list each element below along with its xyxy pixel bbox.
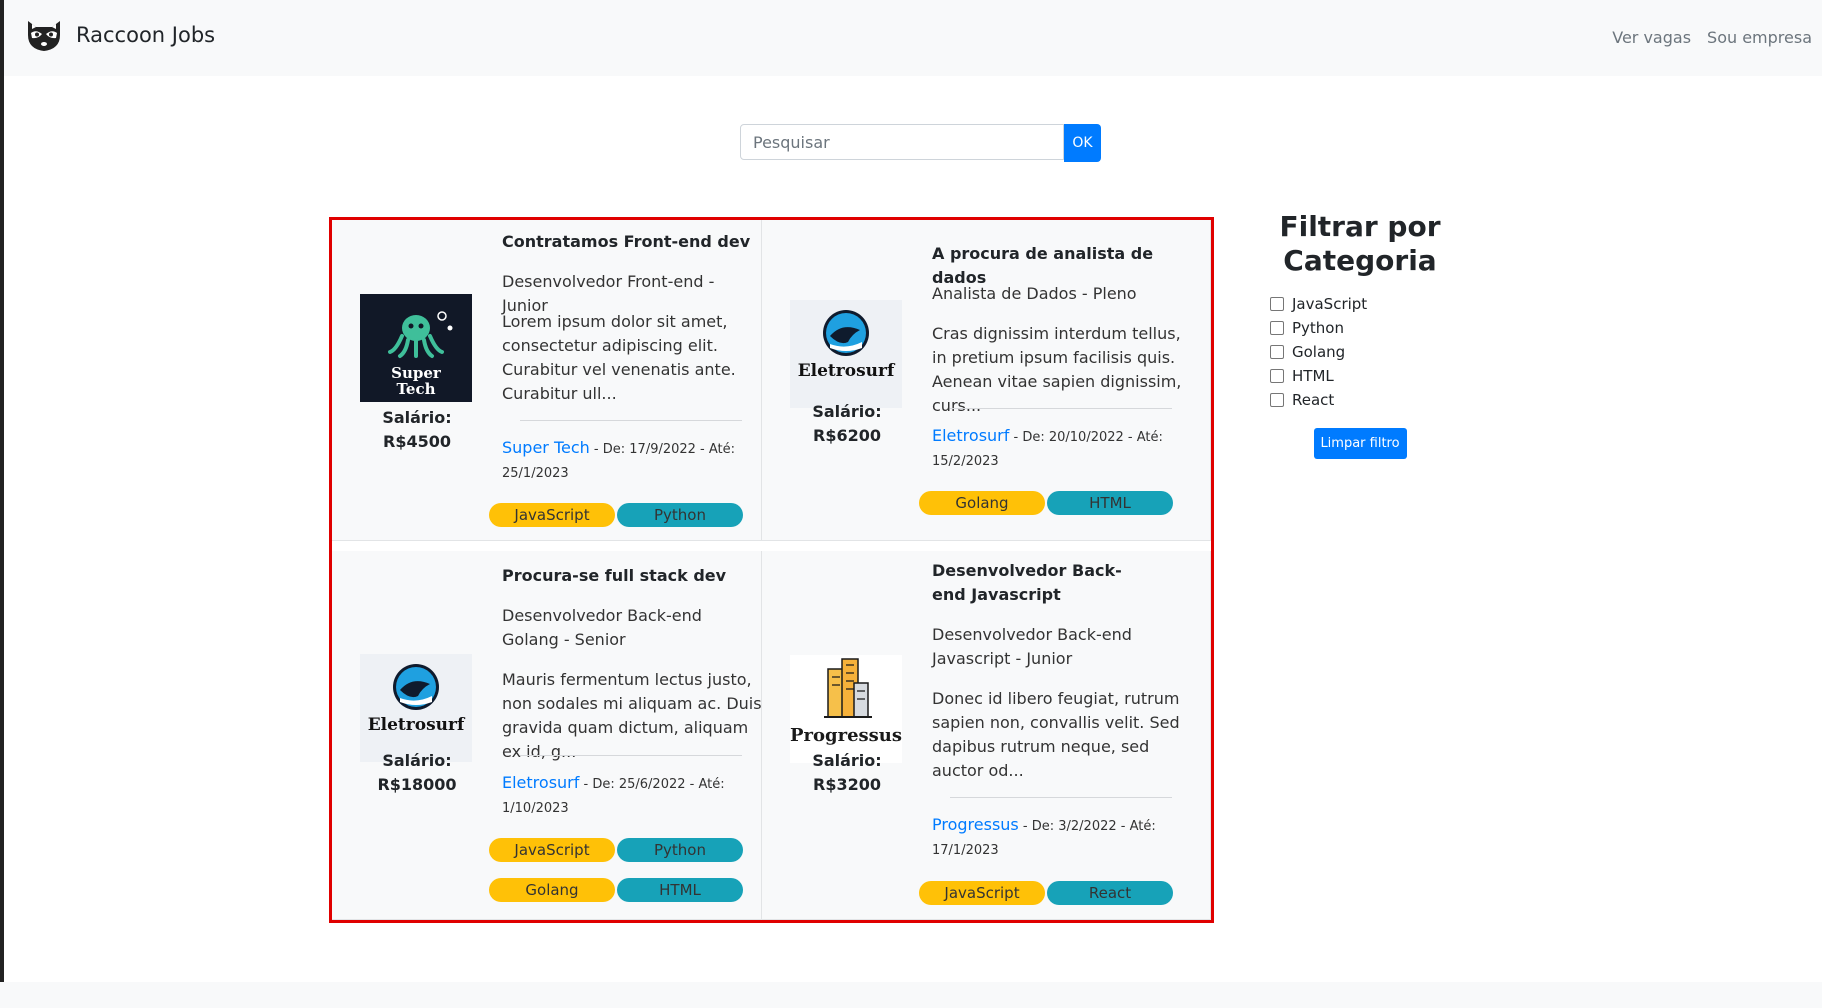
- tag-html[interactable]: HTML: [617, 878, 743, 902]
- progressus-logo: Progressus: [790, 655, 902, 763]
- salary-value: R$3200: [813, 775, 881, 794]
- raccoon-logo-icon: [28, 21, 60, 51]
- eletrosurf-logo-text: Eletrosurf: [798, 361, 896, 381]
- jobs-grid: Super Tech Salário: R$4500 Contratamos F…: [329, 217, 1214, 923]
- logo-column: Eletrosurf Salário: R$18000: [332, 551, 502, 919]
- salary-label: Salário:: [812, 402, 882, 421]
- filter-item-html[interactable]: HTML: [1270, 364, 1450, 388]
- divider: [520, 755, 742, 756]
- nav-links: Ver vagas Sou empresa: [1612, 28, 1812, 47]
- tag-python[interactable]: Python: [617, 503, 743, 527]
- filter-label: Python: [1292, 319, 1344, 337]
- salary-label: Salário:: [382, 751, 452, 770]
- clear-filter-button[interactable]: Limpar filtro: [1313, 428, 1407, 459]
- eletrosurf-logo: Eletrosurf: [790, 300, 902, 408]
- job-meta: Eletrosurf - De: 20/10/2022 - Até: 15/2/…: [932, 424, 1172, 474]
- salary-value: R$6200: [813, 426, 881, 445]
- logo-column: Super Tech Salário: R$4500: [332, 220, 502, 540]
- eletrosurf-logo-text: Eletrosurf: [368, 715, 466, 735]
- salary-value: R$4500: [383, 432, 451, 451]
- salary-value: R$18000: [377, 775, 457, 794]
- eletrosurf-logo: Eletrosurf: [360, 654, 472, 762]
- navbar: Raccoon Jobs Ver vagas Sou empresa: [4, 0, 1822, 76]
- filter-label: JavaScript: [1292, 295, 1368, 313]
- nav-ver-vagas[interactable]: Ver vagas: [1612, 28, 1691, 47]
- progressus-logo-text: Progressus: [790, 725, 902, 746]
- search-bar: OK: [740, 124, 1101, 162]
- job-card[interactable]: Super Tech Salário: R$4500 Contratamos F…: [332, 220, 762, 541]
- filter-title: Filtrar por Categoria: [1279, 210, 1441, 277]
- filter-label: HTML: [1292, 367, 1334, 385]
- divider: [520, 420, 742, 421]
- logo-column: Progressus Salário: R$3200: [762, 551, 932, 919]
- checkbox[interactable]: [1270, 297, 1284, 311]
- brand-name: Raccoon Jobs: [76, 23, 216, 47]
- job-title: Contratamos Front-end dev: [502, 232, 751, 251]
- divider: [950, 408, 1172, 409]
- job-meta: Super Tech - De: 17/9/2022 - Até: 25/1/2…: [502, 436, 742, 486]
- job-title: Procura-se full stack dev: [502, 566, 727, 585]
- company-link[interactable]: Eletrosurf: [932, 426, 1009, 445]
- nav-sou-empresa[interactable]: Sou empresa: [1707, 28, 1812, 47]
- checkbox[interactable]: [1270, 369, 1284, 383]
- checkbox[interactable]: [1270, 345, 1284, 359]
- search-input[interactable]: [740, 124, 1064, 160]
- filter-label: React: [1292, 391, 1335, 409]
- super-tech-logo: Super Tech: [360, 294, 472, 402]
- filter-item-golang[interactable]: Golang: [1270, 340, 1450, 364]
- tag-javascript[interactable]: JavaScript: [489, 503, 615, 527]
- job-role: Desenvolvedor Back-end Golang - Senior: [502, 606, 702, 649]
- salary-label: Salário:: [812, 751, 882, 770]
- job-description: Donec id libero feugiat, rutrum sapien n…: [932, 689, 1180, 780]
- filter-list: JavaScript Python Golang HTML React: [1270, 292, 1450, 412]
- tag-javascript[interactable]: JavaScript: [489, 838, 615, 862]
- job-meta: Eletrosurf - De: 25/6/2022 - Até: 1/10/2…: [502, 771, 742, 821]
- checkbox[interactable]: [1270, 321, 1284, 335]
- checkbox[interactable]: [1270, 393, 1284, 407]
- super-tech-logo-text-2: Tech: [396, 380, 435, 398]
- job-description: Cras dignissim interdum tellus, in preti…: [932, 324, 1182, 415]
- company-link[interactable]: Eletrosurf: [502, 773, 579, 792]
- tag-javascript[interactable]: JavaScript: [919, 881, 1045, 905]
- tag-golang[interactable]: Golang: [489, 878, 615, 902]
- search-button[interactable]: OK: [1064, 124, 1101, 162]
- job-card[interactable]: Eletrosurf Salário: R$6200 A procura de …: [762, 220, 1211, 541]
- logo-column: Eletrosurf Salário: R$6200: [762, 220, 932, 540]
- job-description: Mauris fermentum lectus justo, non sodal…: [502, 670, 762, 761]
- tag-python[interactable]: Python: [617, 838, 743, 862]
- filter-item-python[interactable]: Python: [1270, 316, 1450, 340]
- salary-label: Salário:: [382, 408, 452, 427]
- company-link[interactable]: Super Tech: [502, 438, 590, 457]
- divider: [950, 797, 1172, 798]
- job-title: Desenvolvedor Back-end Javascript: [932, 561, 1122, 604]
- footer: [0, 982, 1822, 1008]
- tag-react[interactable]: React: [1047, 881, 1173, 905]
- job-role: Desenvolvedor Back-end Javascript - Juni…: [932, 625, 1132, 668]
- job-role: Analista de Dados - Pleno: [932, 284, 1137, 303]
- filter-label: Golang: [1292, 343, 1346, 361]
- category-filter: Filtrar por Categoria JavaScript Python …: [1270, 210, 1450, 459]
- job-description: Lorem ipsum dolor sit amet, consectetur …: [502, 312, 736, 403]
- window-edge: [0, 0, 4, 1008]
- job-card[interactable]: Progressus Salário: R$3200 Desenvolvedor…: [762, 551, 1211, 920]
- brand[interactable]: Raccoon Jobs: [24, 17, 215, 53]
- tag-golang[interactable]: Golang: [919, 491, 1045, 515]
- filter-item-javascript[interactable]: JavaScript: [1270, 292, 1450, 316]
- job-card[interactable]: Eletrosurf Salário: R$18000 Procura-se f…: [332, 551, 762, 920]
- job-meta: Progressus - De: 3/2/2022 - Até: 17/1/20…: [932, 813, 1172, 863]
- company-link[interactable]: Progressus: [932, 815, 1019, 834]
- tag-html[interactable]: HTML: [1047, 491, 1173, 515]
- filter-item-react[interactable]: React: [1270, 388, 1450, 412]
